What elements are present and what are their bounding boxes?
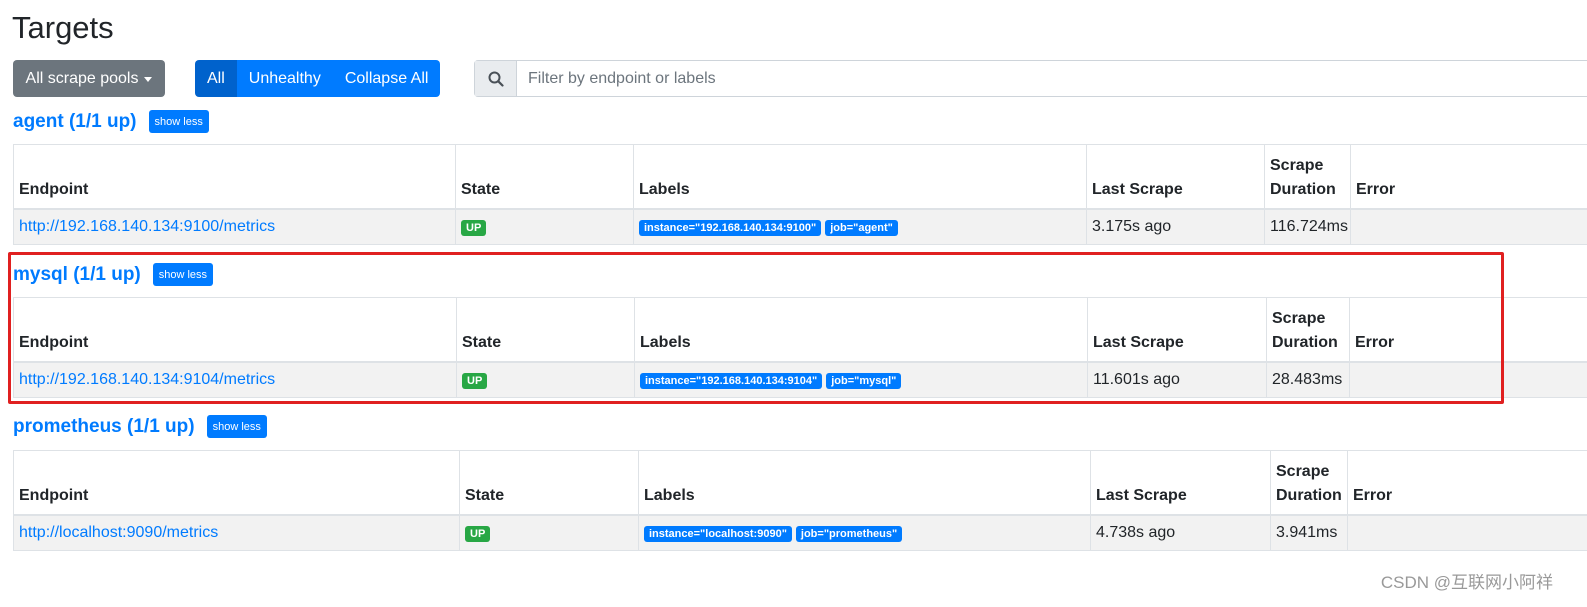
- column-header-endpoint: Endpoint: [13, 297, 457, 363]
- caret-down-icon: [144, 77, 153, 82]
- table-row: http://localhost:9090/metrics UP instanc…: [13, 514, 1587, 551]
- error-cell: [1347, 514, 1587, 551]
- column-header-state: State: [456, 297, 635, 363]
- table-header-row: Endpoint State Labels Last Scrape Scrape…: [13, 450, 1587, 516]
- search-addon: [475, 61, 517, 96]
- targets-table-prometheus: Endpoint State Labels Last Scrape Scrape…: [13, 450, 1587, 551]
- pool-title-mysql[interactable]: mysql (1/1 up): [13, 264, 141, 286]
- column-header-error: Error: [1349, 297, 1587, 363]
- last-scrape-cell: 11.601s ago: [1087, 361, 1267, 398]
- pool-header-mysql: mysql (1/1 up) show less: [13, 263, 214, 286]
- filter-button-group: All Unhealthy Collapse All: [195, 60, 441, 97]
- table-header-row: Endpoint State Labels Last Scrape Scrape…: [13, 144, 1587, 210]
- error-cell: [1349, 361, 1587, 398]
- label-badge-instance: instance="192.168.140.134:9100": [639, 220, 822, 236]
- column-header-last-scrape: Last Scrape: [1090, 450, 1271, 516]
- column-header-state: State: [455, 144, 634, 210]
- search-input[interactable]: [517, 61, 1587, 96]
- endpoint-link[interactable]: http://192.168.140.134:9100/metrics: [19, 218, 275, 235]
- label-badge-instance: instance="192.168.140.134:9104": [640, 373, 823, 389]
- column-header-labels: Labels: [638, 450, 1091, 516]
- scrape-duration-cell: 28.483ms: [1266, 361, 1350, 398]
- pool-title-prometheus[interactable]: prometheus (1/1 up): [13, 416, 195, 438]
- scrape-duration-cell: 116.724ms: [1264, 208, 1351, 245]
- column-header-state: State: [459, 450, 639, 516]
- search-icon: [488, 71, 504, 87]
- table-header-row: Endpoint State Labels Last Scrape Scrape…: [13, 297, 1587, 363]
- column-header-scrape-duration: Scrape Duration: [1270, 450, 1348, 516]
- table-row: http://192.168.140.134:9100/metrics UP i…: [13, 208, 1587, 245]
- scrape-pools-label: All scrape pools: [25, 69, 139, 87]
- last-scrape-cell: 3.175s ago: [1086, 208, 1265, 245]
- column-header-endpoint: Endpoint: [13, 450, 460, 516]
- collapse-all-button[interactable]: Collapse All: [332, 60, 441, 97]
- pool-title-agent[interactable]: agent (1/1 up): [13, 111, 137, 133]
- page-title: Targets: [12, 10, 114, 45]
- scrape-pools-dropdown[interactable]: All scrape pools: [13, 60, 165, 97]
- targets-table-agent: Endpoint State Labels Last Scrape Scrape…: [13, 144, 1587, 245]
- error-cell: [1350, 208, 1587, 245]
- toolbar: All scrape pools All Unhealthy Collapse …: [13, 60, 1587, 97]
- state-badge: UP: [462, 373, 488, 389]
- targets-table-mysql: Endpoint State Labels Last Scrape Scrape…: [13, 297, 1587, 398]
- label-badge-job: job="mysql": [826, 373, 902, 389]
- state-badge: UP: [461, 220, 487, 236]
- last-scrape-cell: 4.738s ago: [1090, 514, 1271, 551]
- filter-unhealthy-button[interactable]: Unhealthy: [236, 60, 333, 97]
- column-header-last-scrape: Last Scrape: [1087, 297, 1267, 363]
- column-header-scrape-duration: Scrape Duration: [1264, 144, 1351, 210]
- scrape-duration-cell: 3.941ms: [1270, 514, 1348, 551]
- search-box: [474, 60, 1587, 97]
- table-row: http://192.168.140.134:9104/metrics UP i…: [13, 361, 1587, 398]
- label-badge-job: job="prometheus": [795, 526, 903, 542]
- filter-all-button[interactable]: All: [195, 60, 237, 97]
- column-header-scrape-duration: Scrape Duration: [1266, 297, 1350, 363]
- show-less-button-mysql[interactable]: show less: [152, 263, 214, 286]
- endpoint-link[interactable]: http://localhost:9090/metrics: [19, 524, 218, 541]
- column-header-labels: Labels: [633, 144, 1087, 210]
- column-header-error: Error: [1350, 144, 1587, 210]
- state-badge: UP: [465, 526, 491, 542]
- column-header-error: Error: [1347, 450, 1587, 516]
- watermark: CSDN @互联网小阿祥: [1380, 573, 1553, 592]
- show-less-button-prometheus[interactable]: show less: [206, 415, 267, 438]
- pool-header-prometheus: prometheus (1/1 up) show less: [13, 415, 267, 438]
- column-header-labels: Labels: [634, 297, 1088, 363]
- show-less-button-agent[interactable]: show less: [148, 110, 209, 133]
- label-badge-job: job="agent": [825, 220, 898, 236]
- label-badge-instance: instance="localhost:9090": [644, 526, 792, 542]
- pool-header-agent: agent (1/1 up) show less: [13, 110, 209, 133]
- column-header-last-scrape: Last Scrape: [1086, 144, 1265, 210]
- column-header-endpoint: Endpoint: [13, 144, 456, 210]
- endpoint-link[interactable]: http://192.168.140.134:9104/metrics: [19, 371, 275, 388]
